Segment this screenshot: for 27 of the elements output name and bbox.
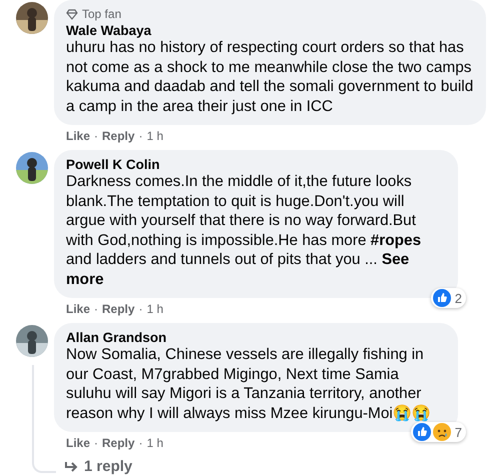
- reply-link[interactable]: Reply: [102, 302, 135, 316]
- comment-text: Now Somalia, Chinese vessels are illegally fishing in our Coast, M7grabbed Migingo, Next time Samia suluhu will say Migori is a Tanzania territory, another reason why I will always miss Mzee kirungu-Moi😭😭: [66, 345, 432, 423]
- author-name[interactable]: Powell K Colin: [66, 157, 446, 172]
- diamond-icon: [66, 8, 78, 20]
- reply-link[interactable]: Reply: [102, 129, 135, 143]
- timestamp: 1 h: [146, 436, 164, 450]
- comment-text: uhuru has no history of respecting court orders so that has not come as a shock to me meanwhile close the two camps kakuma and daadab and tell the somali government to build a camp in the area their just one in ICC: [66, 38, 474, 116]
- like-link[interactable]: Like: [66, 302, 90, 316]
- like-link[interactable]: Like: [66, 129, 90, 143]
- author-name[interactable]: Allan Grandson: [66, 330, 446, 345]
- reply-link[interactable]: Reply: [102, 436, 135, 450]
- view-replies-link[interactable]: 1 reply: [64, 458, 132, 475]
- badge-label: Top fan: [82, 7, 122, 21]
- separator-dot: ·: [138, 302, 143, 316]
- author-name[interactable]: Wale Wabaya: [66, 23, 474, 38]
- like-link[interactable]: Like: [66, 436, 90, 450]
- reply-arrow-icon: [64, 460, 78, 472]
- separator-dot: ·: [94, 302, 98, 316]
- timestamp: 1 h: [146, 129, 164, 143]
- timestamp: 1 h: [146, 302, 164, 316]
- reaction-summary[interactable]: 7: [410, 422, 466, 442]
- separator-dot: ·: [94, 129, 98, 143]
- comment-text: Darkness comes.In the middle of it,the future looks blank.The temptation to quit is huge.Don't.you will argue with yourself that there is no way forward.But with God,nothing is impossible.He has more #ropes and ladders and tunnels out of pits that you ... See more: [66, 172, 422, 289]
- reaction-summary[interactable]: 2: [430, 288, 466, 308]
- separator-dot: ·: [138, 129, 143, 143]
- separator-dot: ·: [138, 436, 143, 450]
- separator-dot: ·: [94, 436, 98, 450]
